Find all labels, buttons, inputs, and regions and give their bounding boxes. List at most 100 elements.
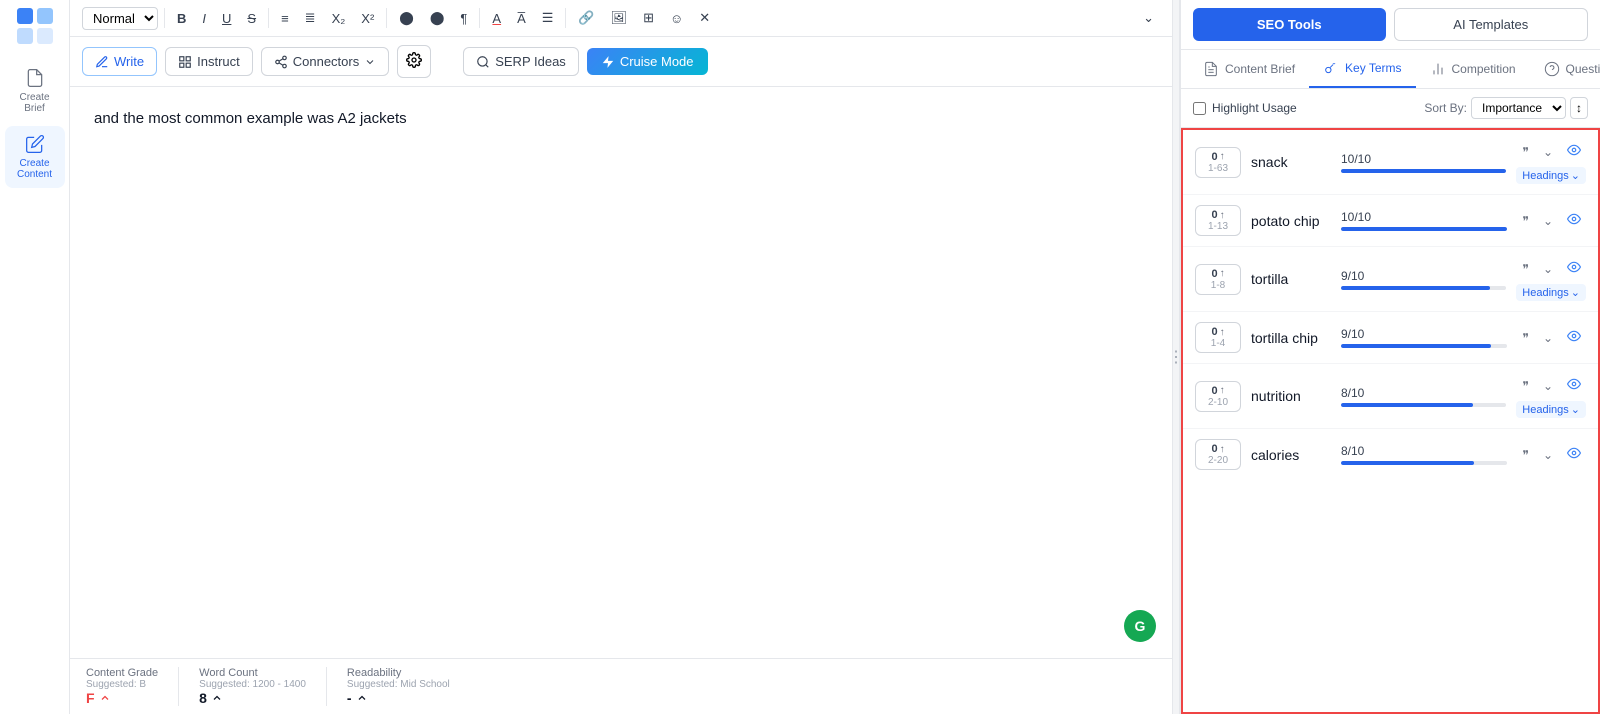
grammarly-button[interactable]: G [1124, 610, 1156, 642]
cruise-mode-button[interactable]: Cruise Mode [587, 48, 708, 75]
up-arrow-icon: ↑ [1220, 385, 1225, 396]
term-view-button[interactable] [1562, 140, 1586, 163]
superscript-button[interactable]: X² [355, 7, 380, 30]
file-icon [25, 68, 45, 88]
term-count-range: 1-63 [1208, 163, 1228, 174]
term-quote-button[interactable]: ❞ [1517, 259, 1533, 279]
more-options-button[interactable]: ⌄ [1137, 6, 1160, 30]
editor-content-area[interactable]: and the most common example was A2 jacke… [70, 87, 1172, 658]
highlight-usage-input[interactable] [1193, 102, 1206, 115]
term-action-row: ❞ ⌄ [1517, 374, 1586, 397]
emoji-button[interactable]: ☺ [664, 7, 689, 30]
align-right-button[interactable]: ⬤ [424, 6, 451, 30]
toolbar-separator-5 [565, 8, 566, 28]
text-color-button[interactable]: A [486, 7, 507, 30]
headings-tag[interactable]: Headings ⌄ [1516, 401, 1586, 418]
term-count-box[interactable]: 0 ↑ 1-8 [1195, 264, 1241, 295]
term-score-area: 9/10 [1341, 269, 1506, 290]
strikethrough-button[interactable]: S [241, 7, 262, 30]
tab-competition[interactable]: Competition [1416, 50, 1530, 88]
term-count-box[interactable]: 0 ↑ 2-10 [1195, 381, 1241, 412]
instruct-icon [178, 55, 192, 69]
word-count-label: Word Count [199, 667, 306, 679]
sort-by-select[interactable]: Importance [1471, 97, 1566, 119]
up-arrow-icon [99, 692, 111, 704]
format-selector[interactable]: Normal [82, 7, 158, 30]
headings-tag[interactable]: Headings ⌄ [1516, 284, 1586, 301]
underline-button[interactable]: U [216, 7, 237, 30]
term-progress-fill [1341, 169, 1506, 173]
highlight-button[interactable]: A̅ [511, 7, 532, 30]
term-view-button[interactable] [1562, 209, 1586, 232]
italic-button[interactable]: I [196, 7, 212, 30]
term-quote-button[interactable]: ❞ [1517, 376, 1533, 396]
term-quote-button[interactable]: ❞ [1517, 445, 1533, 465]
term-expand-button[interactable]: ⌄ [1538, 259, 1558, 279]
term-quote-button[interactable]: ❞ [1517, 142, 1533, 162]
question-icon [1544, 61, 1560, 77]
link-button[interactable]: 🔗 [572, 6, 600, 30]
term-expand-button[interactable]: ⌄ [1538, 445, 1558, 465]
readability-metric: Readability Suggested: Mid School - [327, 667, 470, 706]
term-view-button[interactable] [1562, 443, 1586, 466]
term-count: 0 [1211, 268, 1217, 280]
tab-content-brief[interactable]: Content Brief [1189, 50, 1309, 88]
term-name: tortilla [1251, 271, 1331, 287]
tab-key-terms[interactable]: Key Terms [1309, 50, 1415, 88]
subscript-button[interactable]: X₂ [326, 7, 352, 30]
terms-list: 0 ↑ 1-63 snack 10/10 ❞ ⌄ Headings ⌄ [1181, 128, 1600, 714]
term-count-box[interactable]: 0 ↑ 2-20 [1195, 439, 1241, 470]
term-name: calories [1251, 447, 1331, 463]
term-quote-button[interactable]: ❞ [1517, 328, 1533, 348]
term-expand-button[interactable]: ⌄ [1538, 142, 1558, 162]
lightning-icon [601, 55, 615, 69]
term-count-box[interactable]: 0 ↑ 1-4 [1195, 322, 1241, 353]
term-progress-bar [1341, 461, 1507, 465]
instruct-button[interactable]: Instruct [165, 47, 253, 76]
gear-button[interactable] [397, 45, 431, 78]
image-button[interactable]: 🖼 [605, 6, 634, 30]
table-button[interactable]: ⊞ [637, 6, 660, 30]
term-count-box[interactable]: 0 ↑ 1-63 [1195, 147, 1241, 178]
clear-format-button[interactable]: ✕ [693, 6, 716, 30]
headings-tag[interactable]: Headings ⌄ [1516, 167, 1586, 184]
align-button[interactable]: ☰ [536, 6, 560, 30]
align-left-button[interactable]: ⬤ [393, 6, 420, 30]
instruct-label: Instruct [197, 54, 240, 69]
ordered-list-button[interactable]: ≡ [275, 7, 295, 30]
term-view-button[interactable] [1562, 257, 1586, 280]
term-expand-button[interactable]: ⌄ [1538, 376, 1558, 396]
editor-toolbar: Normal B I U S ≡ ≣ X₂ X² ⬤ ⬤ ¶ A A̅ ☰ 🔗 … [70, 0, 1172, 37]
term-view-button[interactable] [1562, 374, 1586, 397]
term-action-row: ❞ ⌄ [1517, 326, 1586, 349]
seo-tools-button[interactable]: SEO Tools [1193, 8, 1386, 41]
term-name: tortilla chip [1251, 330, 1331, 346]
term-expand-button[interactable]: ⌄ [1538, 328, 1558, 348]
tab-questions[interactable]: Questions [1530, 50, 1600, 88]
highlight-usage-checkbox[interactable]: Highlight Usage [1193, 101, 1297, 115]
connectors-button[interactable]: Connectors [261, 47, 389, 76]
term-view-button[interactable] [1562, 326, 1586, 349]
unordered-list-button[interactable]: ≣ [299, 6, 322, 30]
eye-icon [1567, 446, 1581, 460]
sidebar-item-create-content[interactable]: Create Content [5, 126, 65, 188]
panel-resizer[interactable]: ⋮ [1172, 0, 1180, 714]
bold-button[interactable]: B [171, 7, 192, 30]
up-arrow-icon-3 [356, 692, 368, 704]
term-expand-button[interactable]: ⌄ [1538, 211, 1558, 231]
ai-templates-button[interactable]: AI Templates [1394, 8, 1589, 41]
sidebar-item-create-brief[interactable]: Create Brief [5, 60, 65, 122]
paragraph-button[interactable]: ¶ [454, 7, 473, 30]
term-quote-button[interactable]: ❞ [1517, 211, 1533, 231]
sort-order-button[interactable]: ↕ [1570, 97, 1588, 119]
write-label: Write [114, 54, 144, 69]
term-row: 0 ↑ 1-63 snack 10/10 ❞ ⌄ Headings ⌄ [1183, 130, 1598, 195]
serp-ideas-button[interactable]: SERP Ideas [463, 47, 579, 76]
term-count: 0 [1211, 209, 1217, 221]
term-score-label: 10/10 [1341, 152, 1506, 166]
term-row: 0 ↑ 1-13 potato chip 10/10 ❞ ⌄ [1183, 195, 1598, 247]
term-score-area: 8/10 [1341, 386, 1506, 407]
write-button[interactable]: Write [82, 47, 157, 76]
tab-competition-label: Competition [1452, 62, 1516, 76]
term-count-box[interactable]: 0 ↑ 1-13 [1195, 205, 1241, 236]
